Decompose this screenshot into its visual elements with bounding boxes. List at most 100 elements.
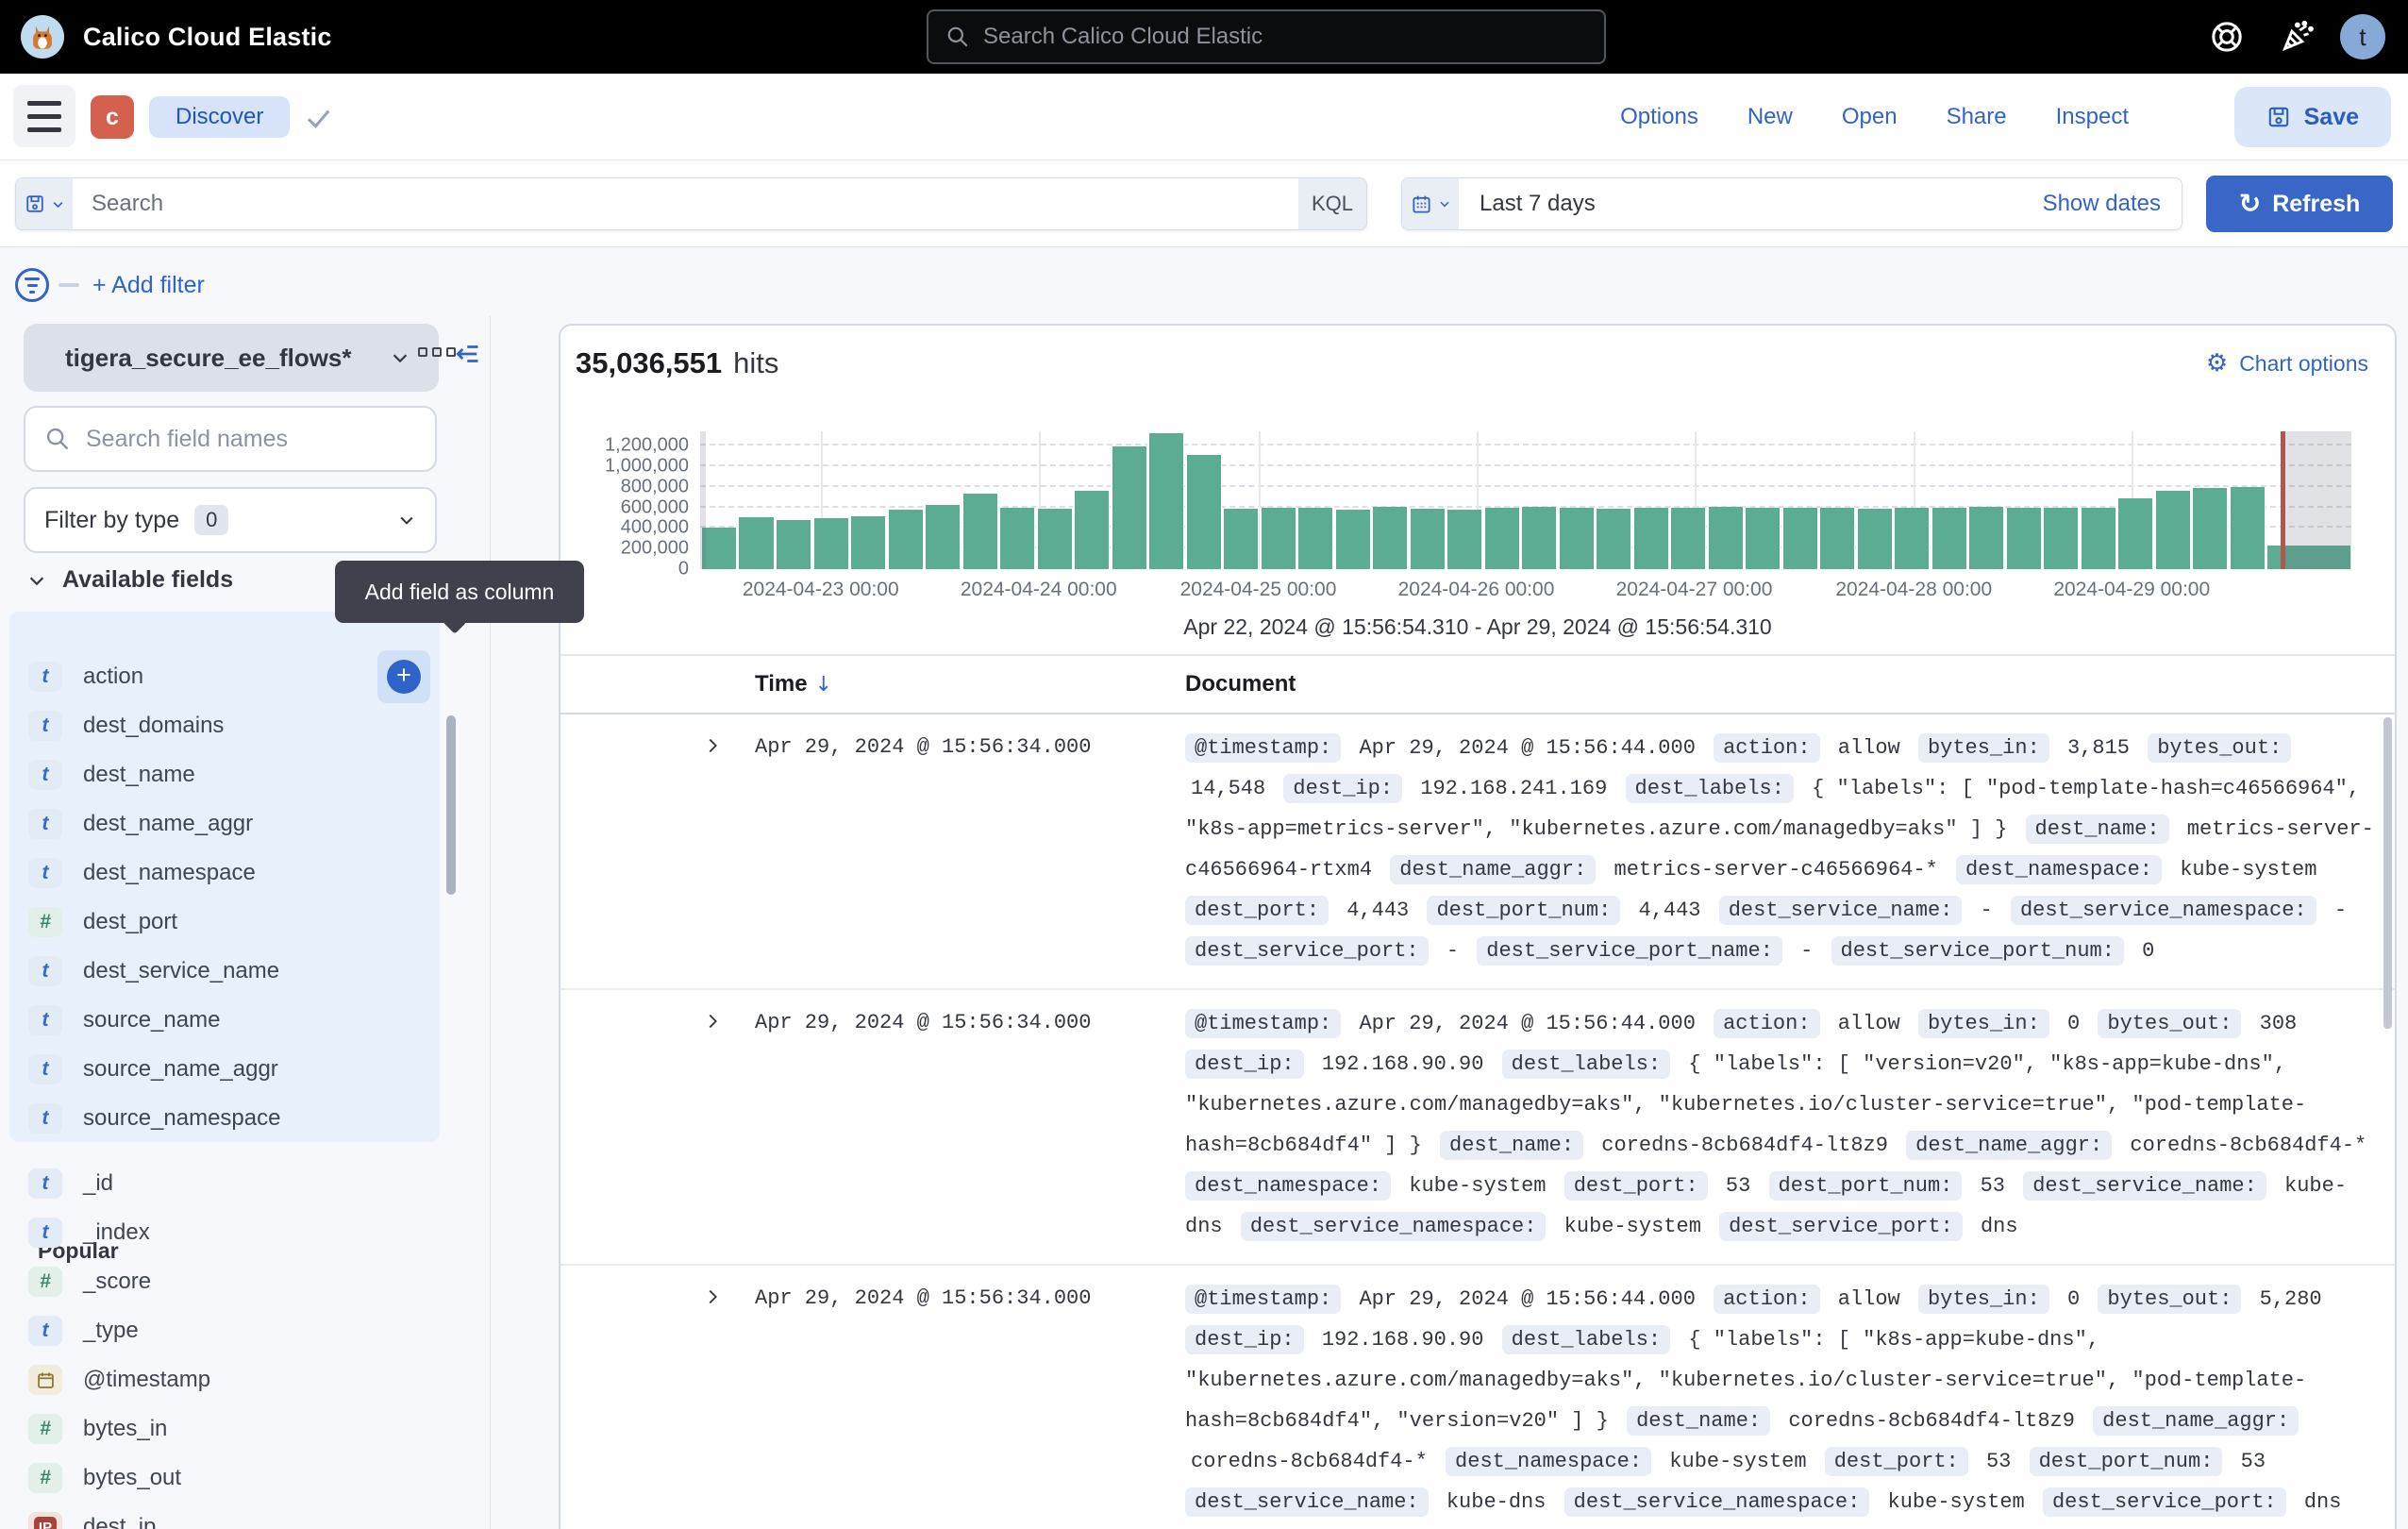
histogram-bar[interactable]: [2154, 491, 2191, 569]
histogram-bar[interactable]: [924, 505, 961, 569]
histogram-bar[interactable]: [1147, 433, 1184, 569]
field-item-dest_name_aggr[interactable]: tdest_name_aggr: [9, 799, 440, 849]
menu-item-new[interactable]: New: [1747, 104, 1793, 130]
histogram-bar[interactable]: [1856, 509, 1893, 569]
histogram-bar[interactable]: [1483, 508, 1520, 569]
field-key-pill: dest_service_namespace:: [1241, 1212, 1547, 1241]
histogram-plot[interactable]: [700, 431, 2351, 569]
histogram-bar[interactable]: [775, 520, 811, 569]
histogram-bar[interactable]: [1893, 508, 1930, 569]
field-key-pill: bytes_out:: [2148, 733, 2291, 763]
space-badge[interactable]: c: [91, 95, 134, 139]
histogram-bar[interactable]: [1409, 509, 1446, 569]
histogram-bar[interactable]: [2191, 488, 2228, 569]
histogram-bar[interactable]: [1707, 507, 1744, 569]
field-item-_score[interactable]: #_score: [9, 1257, 440, 1306]
histogram-bar[interactable]: [1558, 508, 1595, 569]
menu-item-share[interactable]: Share: [1947, 104, 2007, 130]
histogram-bar[interactable]: [1334, 510, 1371, 569]
histogram-bar[interactable]: [1111, 446, 1147, 569]
histogram-bar[interactable]: [1818, 508, 1855, 569]
field-item-_index[interactable]: t_index: [9, 1208, 440, 1257]
field-item-@timestamp[interactable]: @timestamp: [9, 1355, 440, 1404]
histogram-bar[interactable]: [1595, 509, 1631, 569]
expand-row-icon[interactable]: [702, 1003, 755, 1247]
histogram-bar[interactable]: [1632, 508, 1669, 569]
histogram-bar[interactable]: [812, 518, 849, 569]
expand-row-icon[interactable]: [702, 728, 755, 971]
histogram-bar[interactable]: [1967, 507, 2004, 569]
time-range-value[interactable]: Last 7 days: [1459, 178, 2022, 229]
histogram-bar[interactable]: [2080, 508, 2116, 569]
kql-query-input[interactable]: Search: [73, 178, 1298, 229]
field-item-dest_domains[interactable]: tdest_domains: [9, 701, 440, 750]
histogram-bar[interactable]: [1073, 491, 1110, 569]
news-party-popper-icon[interactable]: [2278, 18, 2316, 56]
saved-query-menu-button[interactable]: [16, 178, 73, 229]
filter-by-type-dropdown[interactable]: Filter by type 0: [24, 487, 437, 553]
field-item-dest_name[interactable]: tdest_name: [9, 750, 440, 799]
menu-item-options[interactable]: Options: [1620, 104, 1698, 130]
histogram-bar[interactable]: [887, 510, 924, 569]
histogram-bar[interactable]: [1371, 507, 1408, 569]
histogram-bar[interactable]: [1296, 508, 1333, 569]
query-language-button[interactable]: KQL: [1298, 178, 1366, 229]
histogram-bar[interactable]: [1520, 507, 1557, 569]
menu-hamburger-button[interactable]: [13, 85, 75, 147]
field-item-dest_namespace[interactable]: tdest_namespace: [9, 849, 440, 898]
histogram-bar[interactable]: [849, 516, 886, 569]
user-avatar[interactable]: t: [2340, 14, 2385, 59]
field-search-input[interactable]: Search field names: [24, 406, 437, 472]
histogram-bar[interactable]: [998, 508, 1035, 569]
collapse-sidebar-icon[interactable]: [452, 340, 480, 373]
expand-row-icon[interactable]: [702, 1279, 755, 1522]
histogram-bar[interactable]: [2005, 508, 2042, 569]
refresh-button[interactable]: ↻ Refresh: [2206, 176, 2393, 232]
chart-options-button[interactable]: ⚙ Chart options: [2206, 351, 2368, 377]
histogram-bar[interactable]: [1744, 508, 1781, 569]
help-icon[interactable]: [2208, 18, 2246, 56]
field-item-_type[interactable]: t_type: [9, 1306, 440, 1355]
available-fields-header[interactable]: Available fields: [26, 566, 233, 594]
histogram-bar[interactable]: [737, 517, 774, 569]
calico-logo-icon[interactable]: [21, 15, 64, 59]
add-field-as-column-button[interactable]: +: [377, 650, 430, 703]
global-search-input[interactable]: Search Calico Cloud Elastic: [927, 9, 1606, 64]
show-dates-link[interactable]: Show dates: [2022, 178, 2182, 229]
table-scrollbar[interactable]: [2383, 717, 2392, 1029]
filter-settings-icon[interactable]: [15, 268, 49, 302]
field-item-dest_service_name[interactable]: tdest_service_name: [9, 947, 440, 996]
field-item-source_name[interactable]: tsource_name: [9, 996, 440, 1045]
field-item-bytes_out[interactable]: #bytes_out: [9, 1453, 440, 1503]
date-quick-menu-button[interactable]: [1402, 178, 1459, 229]
histogram-bar[interactable]: [1036, 509, 1073, 569]
field-item-action[interactable]: taction+: [9, 652, 440, 701]
add-filter-link[interactable]: + Add filter: [92, 272, 205, 299]
field-item-source_namespace[interactable]: tsource_namespace: [9, 1094, 440, 1143]
breadcrumb-discover[interactable]: Discover: [149, 96, 290, 138]
histogram-bar[interactable]: [1931, 508, 1967, 569]
field-item-dest_ip[interactable]: IPdest_ip: [9, 1503, 440, 1529]
histogram-bar[interactable]: [962, 494, 998, 569]
histogram-bar[interactable]: [1185, 455, 1222, 569]
sort-descending-icon[interactable]: ↓: [815, 673, 832, 697]
histogram-bar[interactable]: [2229, 487, 2266, 569]
histogram-bar[interactable]: [1781, 508, 1818, 569]
field-item-bytes_in[interactable]: #bytes_in: [9, 1404, 440, 1453]
histogram-bar[interactable]: [1446, 510, 1482, 569]
field-item-_id[interactable]: t_id: [9, 1159, 440, 1208]
sidebar-scrollbar[interactable]: [446, 715, 456, 895]
menu-item-inspect[interactable]: Inspect: [2056, 104, 2129, 130]
histogram-bar[interactable]: [1260, 508, 1296, 569]
histogram-bar[interactable]: [1222, 509, 1259, 569]
field-item-dest_port[interactable]: #dest_port: [9, 898, 440, 947]
table-density-icon[interactable]: [418, 347, 456, 357]
histogram-bar[interactable]: [1669, 508, 1706, 569]
save-button[interactable]: Save: [2234, 87, 2391, 147]
index-pattern-selector[interactable]: tigera_secure_ee_flows*: [24, 324, 439, 392]
time-column-header[interactable]: Time↓: [755, 671, 1185, 697]
menu-item-open[interactable]: Open: [1842, 104, 1898, 130]
histogram-bar[interactable]: [2116, 498, 2153, 569]
field-item-source_name_aggr[interactable]: tsource_name_aggr: [9, 1045, 440, 1094]
histogram-bar[interactable]: [2042, 508, 2079, 569]
